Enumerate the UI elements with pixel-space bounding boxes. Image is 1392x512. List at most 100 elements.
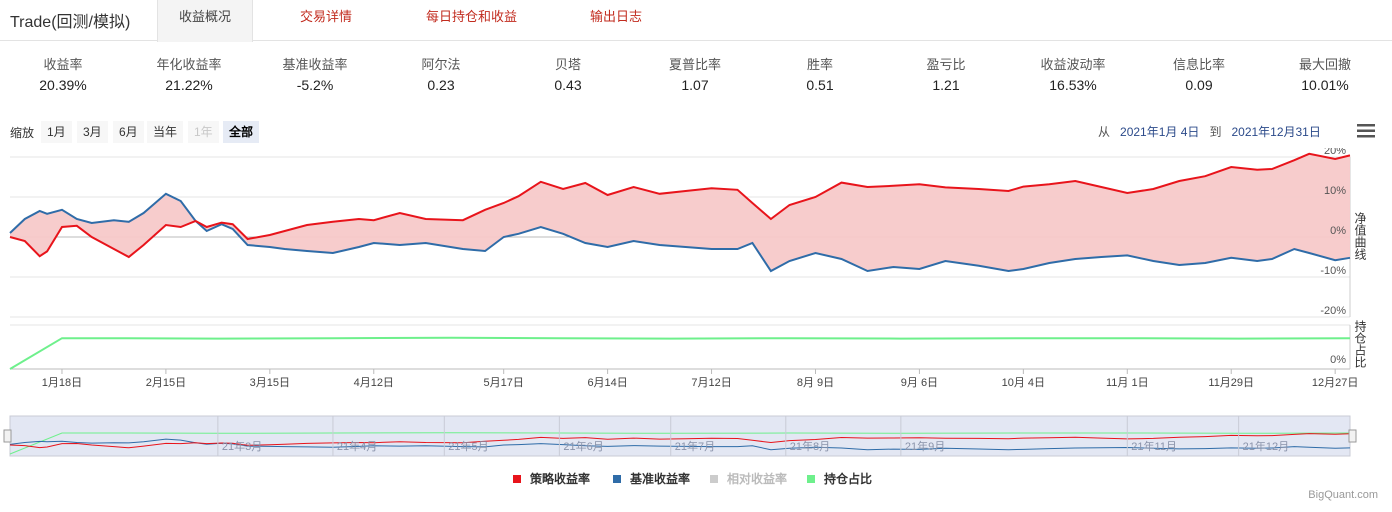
legend-swatch [710, 475, 718, 483]
legend-item[interactable]: 相对收益率 [710, 471, 787, 486]
metric-label: 阿尔法 [421, 57, 461, 72]
metric-benchmark-return: 基准收益率 -5.2% [260, 55, 370, 95]
y-tick-label: -20% [1320, 305, 1346, 317]
legend-item[interactable]: 策略收益率 [513, 471, 590, 486]
x-tick-label: 7月12日 [691, 377, 731, 389]
navigator-label: 21年8月 [790, 439, 830, 453]
x-tick-label: 2月15日 [146, 377, 186, 389]
y-tick-label: 0% [1330, 354, 1346, 366]
watermark: BigQuant.com [1308, 489, 1378, 501]
position-line [9, 336, 1351, 370]
metric-value: -5.2% [296, 77, 334, 93]
legend-item[interactable]: 持仓占比 [807, 471, 872, 486]
metric-value: 0.09 [1185, 77, 1213, 93]
range-from-input[interactable]: 2021年1月 4日 [1120, 125, 1199, 139]
legend-swatch [513, 475, 521, 483]
navigator-label: 21年3月 [222, 439, 262, 453]
x-tick-label: 5月17日 [484, 377, 524, 389]
metric-label: 盈亏比 [926, 57, 966, 72]
navigator-label: 21年4月 [337, 439, 377, 453]
tab-bar: Trade(回测/模拟) 收益概况 交易详情 每日持仓和收益 输出日志 [0, 0, 1392, 42]
x-tick-label: 8月 9日 [797, 377, 834, 389]
y-tick-label: -10% [1320, 265, 1346, 277]
metric-max-drawdown: 最大回撤 10.01% [1270, 55, 1380, 95]
metric-beta: 贝塔 0.43 [513, 55, 623, 95]
zoom-1m-button[interactable]: 1月 [41, 121, 72, 143]
metric-value: 20.39% [39, 77, 87, 93]
metric-alpha: 阿尔法 0.23 [386, 55, 496, 95]
navigator-label: 21年12月 [1243, 439, 1289, 453]
legend-item[interactable]: 基准收益率 [613, 471, 690, 486]
x-tick-label: 3月15日 [250, 377, 290, 389]
metric-label: 最大回撤 [1298, 57, 1351, 72]
x-tick-label: 11月 1日 [1106, 377, 1149, 389]
y-tick-label: 10% [1324, 185, 1346, 197]
metric-value: 21.22% [165, 77, 213, 93]
x-tick-label: 6月14日 [587, 377, 627, 389]
x-tick-label: 10月 4日 [1002, 377, 1045, 389]
navigator-label: 21年6月 [563, 439, 603, 453]
app-title: Trade(回测/模拟) [10, 14, 131, 31]
zoom-6m-button[interactable]: 6月 [113, 121, 144, 143]
navigator-label: 21年9月 [905, 439, 945, 453]
metric-label: 贝塔 [554, 57, 581, 72]
x-tick-label: 11月29日 [1208, 377, 1254, 389]
metric-value: 0.43 [554, 77, 582, 93]
legend-swatch [613, 475, 621, 483]
y-axis-label-position: 持仓占比 [1353, 319, 1367, 369]
legend-label: 基准收益率 [629, 471, 690, 486]
navigator-label: 21年11月 [1131, 439, 1177, 453]
tab-output-log[interactable]: 输出日志 [590, 0, 642, 41]
series-lines [9, 152, 1351, 370]
returns-chart: 20% 10% 0% -10% -20% 0% 持仓占比 1月18日 2月15日 3月15日 4月1… [3, 148, 1367, 486]
metric-value: 1.21 [932, 77, 960, 93]
range-to-label: 到 [1209, 125, 1222, 139]
excess-return-fill [10, 153, 1350, 271]
zoom-bar: 缩放 1月 3月 6月 当年 1年 全部 从 2021年1月 4日 到 2021… [0, 120, 1392, 144]
navigator-left-handle [3, 429, 12, 443]
metric-label: 收益波动率 [1040, 57, 1106, 72]
legend-label: 相对收益率 [727, 471, 787, 486]
legend-label: 策略收益率 [530, 471, 590, 486]
metric-information-ratio: 信息比率 0.09 [1144, 55, 1254, 95]
metric-label: 基准收益率 [282, 57, 348, 72]
zoom-all-button[interactable]: 全部 [223, 121, 260, 143]
date-range: 从 2021年1月 4日 到 2021年12月31日 [1098, 123, 1321, 140]
x-tick-label: 4月12日 [354, 377, 394, 389]
range-to-input[interactable]: 2021年12月31日 [1231, 125, 1320, 139]
tab-daily-positions[interactable]: 每日持仓和收益 [426, 0, 517, 41]
x-tick-label: 1月18日 [42, 377, 82, 389]
metric-return: 收益率 20.39% [8, 55, 118, 95]
metric-value: 0.23 [427, 77, 455, 93]
x-tick-label: 9月 6日 [901, 377, 938, 389]
metric-win-rate: 胜率 0.51 [765, 55, 875, 95]
tab-trade-details[interactable]: 交易详情 [300, 0, 352, 41]
legend-label: 持仓占比 [824, 471, 872, 486]
metrics-row: 收益率 20.39% 年化收益率 21.22% 基准收益率 -5.2% 阿尔法 0.23… [0, 55, 1392, 103]
metric-label: 胜率 [806, 57, 833, 72]
legend-swatch [807, 475, 815, 483]
navigator-label: 21年7月 [675, 439, 715, 453]
legend: 策略收益率 基准收益率 相对收益率 持仓占比 [513, 471, 872, 486]
zoom-3m-button[interactable]: 3月 [77, 121, 108, 143]
y-axis-label-returns: 净值曲线 [1353, 212, 1367, 260]
metric-value: 0.51 [806, 77, 834, 93]
metric-value: 1.07 [681, 77, 709, 93]
excess-area [10, 153, 1350, 271]
metric-value: 10.01% [1301, 77, 1349, 93]
y-tick-label: 20% [1324, 148, 1346, 157]
navigator[interactable]: 21年3月 21年4月 21年5月 21年6月 21年7月 21年8月 21年9月 21年11… [3, 415, 1357, 457]
zoom-1y-button[interactable]: 1年 [188, 121, 219, 143]
metric-label: 收益率 [43, 57, 83, 72]
metric-annual-return: 年化收益率 21.22% [134, 55, 244, 95]
menu-icon[interactable] [1357, 123, 1375, 139]
navigator-right-handle [1348, 429, 1357, 443]
tab-overview[interactable]: 收益概况 [157, 0, 253, 42]
x-tick-label: 12月27日 [1312, 377, 1358, 389]
zoom-ytd-button[interactable]: 当年 [147, 121, 184, 143]
metric-sharpe: 夏普比率 1.07 [640, 55, 750, 95]
metric-value: 16.53% [1049, 77, 1097, 93]
metric-volatility: 收益波动率 16.53% [1018, 55, 1128, 95]
navigator-label: 21年5月 [448, 439, 488, 453]
y-tick-label: 0% [1330, 225, 1346, 237]
